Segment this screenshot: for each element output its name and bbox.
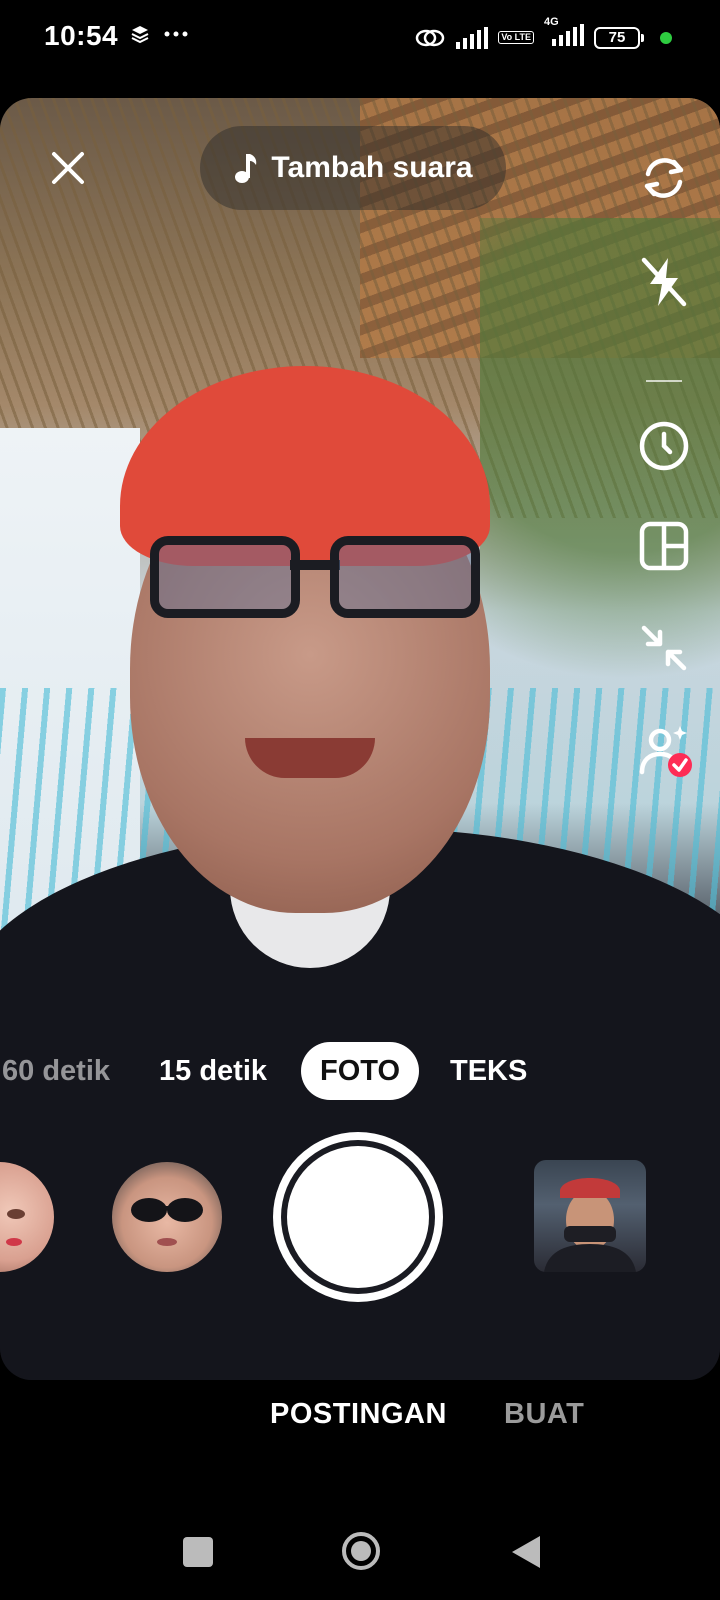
camera-preview[interactable]: Tambah suara 60 detik 15 detik FOTO TEKS [0,98,720,1380]
battery-icon: 75 [594,26,644,49]
network-type: 4G [544,16,559,28]
beauty-filter-button[interactable] [634,722,694,782]
music-note-icon [235,154,257,183]
layout-button[interactable] [634,516,694,576]
timer-icon [639,421,689,471]
person-mouth [245,738,375,778]
effect-thumbnail-sunglasses[interactable] [112,1162,222,1272]
volte-badge: Vo LTE [498,31,534,44]
status-bar: 10:54 Vo LTE 4G 75 [0,0,720,78]
flash-button[interactable] [634,252,694,312]
back-icon[interactable] [506,1532,546,1572]
flip-camera-icon [644,158,684,198]
add-sound-button[interactable]: Tambah suara [200,126,506,210]
beauty-filter-icon [639,726,692,777]
tab-post[interactable]: POSTINGAN [270,1398,447,1431]
bottom-tabs: POSTINGAN BUAT [0,1398,720,1458]
close-icon[interactable] [46,146,90,190]
flash-off-icon [641,257,687,307]
capture-mode-selector: 60 detik 15 detik FOTO TEKS [0,1042,720,1102]
collapse-button[interactable] [634,618,694,678]
battery-level: 75 [608,29,626,46]
timer-button[interactable] [634,416,694,476]
person-glasses [150,536,490,626]
mode-60-seconds[interactable]: 60 detik [2,1042,110,1100]
tab-create[interactable]: BUAT [504,1398,584,1431]
system-navigation-bar [0,1500,720,1600]
gallery-thumbnail[interactable] [534,1160,646,1272]
collapse-icon [641,625,687,671]
mode-15-seconds[interactable]: 15 detik [159,1042,267,1100]
home-icon[interactable] [340,1530,382,1572]
mode-text[interactable]: TEKS [450,1042,527,1100]
flip-camera-button[interactable] [634,148,694,208]
add-sound-label: Tambah suara [271,151,473,184]
mode-photo[interactable]: FOTO [301,1042,420,1100]
more-dots-icon [164,31,188,37]
signal-icon [456,26,489,49]
rail-divider [646,380,682,382]
layout-icon [639,521,689,571]
volte-label: Vo LTE [501,32,531,42]
status-time: 10:54 [44,20,119,51]
recent-apps-icon[interactable] [178,1532,218,1572]
link-icon [416,29,445,46]
layers-icon [131,26,149,44]
dot-icon [660,31,672,44]
shutter-button[interactable] [273,1132,443,1302]
